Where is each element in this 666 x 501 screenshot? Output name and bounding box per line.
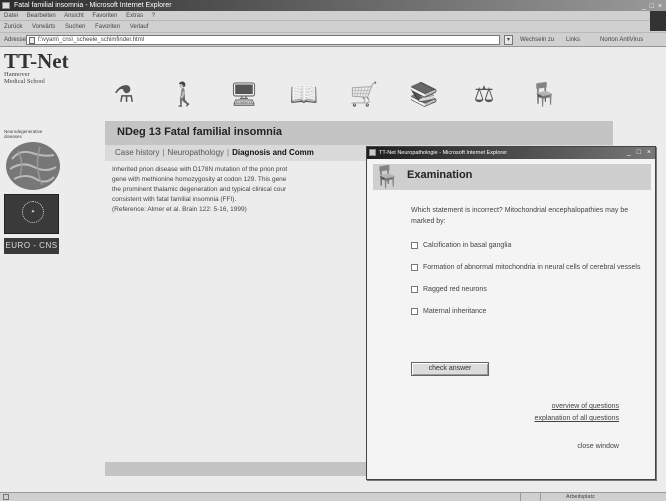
examination-icon[interactable]: 🪑 — [526, 77, 562, 111]
eu-flag-logo: ✦ — [4, 194, 59, 234]
cart-icon[interactable]: 🛒 — [346, 77, 382, 111]
brain-image — [6, 142, 60, 190]
address-value: f:\vyam\_cns\_scheele_schimfinder.html — [38, 37, 145, 43]
history-button[interactable]: Verlauf — [130, 24, 149, 30]
explanation-questions-link[interactable]: explanation of all questions — [535, 415, 619, 422]
ie-icon — [369, 149, 376, 156]
eu-stars-icon: ✦ — [22, 201, 44, 223]
window-controls[interactable]: _ □ × — [642, 1, 663, 11]
menu-ansicht[interactable]: Ansicht — [64, 13, 84, 19]
address-dropdown-icon[interactable]: ▾ — [504, 35, 513, 45]
zone-indicator: Arbeitsplatz — [566, 494, 595, 500]
back-button[interactable]: Zurück — [4, 24, 22, 30]
tab-case-history[interactable]: Case history — [115, 148, 159, 157]
option-label: Formation of abnormal mitochondria in ne… — [423, 264, 641, 271]
status-bar: Arbeitsplatz — [0, 492, 666, 501]
euro-cns-badge: EURO - CNS — [4, 238, 59, 254]
page-icon — [29, 37, 35, 44]
book-icon[interactable]: 📖 — [286, 77, 322, 111]
question-text: Which statement is incorrect? Mitochondr… — [411, 207, 629, 225]
menu-bar: Datei Bearbeiten Ansicht Favoriten Extra… — [0, 11, 666, 21]
menu-help[interactable]: ? — [152, 13, 155, 19]
option-checkbox[interactable] — [411, 308, 418, 315]
popup-title-bar: TT-Net Neuropathologie - Microsoft Inter… — [367, 147, 655, 159]
forward-button[interactable]: Vorwärts — [32, 24, 55, 30]
body-line: (Reference: Almer et al. Brain 122: 5-16… — [112, 206, 247, 213]
check-answer-button[interactable]: check answer — [411, 362, 489, 376]
option-checkbox[interactable] — [411, 242, 418, 249]
option-checkbox[interactable] — [411, 286, 418, 293]
popup-window-title: TT-Net Neuropathologie - Microsoft Inter… — [379, 150, 508, 156]
browser-title: Fatal familial insomnia - Microsoft Inte… — [14, 2, 172, 9]
browser-title-bar: Fatal familial insomnia - Microsoft Inte… — [0, 0, 666, 11]
flowchart-icon[interactable]: ⚖ — [466, 77, 502, 111]
links-button[interactable]: Links — [566, 33, 580, 47]
case-title-bar: NDeg 13 Fatal familial insomnia — [105, 121, 613, 145]
tab-neuropathology[interactable]: Neuropathology — [168, 148, 224, 157]
toolbar: Zurück Vorwärts Suchen Favoriten Verlauf — [0, 21, 666, 33]
tt-net-logo: TT-Net Hannover Medical School — [4, 49, 96, 86]
menu-datei[interactable]: Datei — [4, 13, 18, 19]
status-divider — [520, 493, 521, 501]
person-icon[interactable]: 🚶 — [166, 77, 202, 111]
popup-window-controls[interactable]: _ □ × — [627, 147, 653, 159]
book-stack-icon[interactable]: 📚 — [406, 77, 442, 111]
logo-title: TT-Net — [4, 49, 69, 73]
go-button[interactable]: Wechseln zu — [520, 33, 554, 47]
option-calcification[interactable]: Calcification in basal ganglia — [411, 241, 641, 251]
close-window-link[interactable]: close window — [577, 443, 619, 450]
page-title: NDeg 13 Fatal familial insomnia — [117, 126, 283, 138]
microscope-icon[interactable]: ⚗ — [106, 77, 142, 111]
option-maternal-inheritance[interactable]: Maternal inheritance — [411, 307, 641, 317]
address-input[interactable]: f:\vyam\_cns\_scheele_schimfinder.html — [26, 35, 500, 45]
overview-questions-link[interactable]: overview of questions — [552, 403, 619, 410]
body-line: consistent with fatal familial insomnia … — [112, 196, 237, 203]
body-line: gene with methionine homozygosity at cod… — [112, 176, 287, 183]
menu-extras[interactable]: Extras — [126, 13, 143, 19]
status-divider — [540, 493, 541, 501]
monitor-icon[interactable]: 🖥 — [226, 77, 262, 111]
address-label: Adresse — [4, 37, 27, 43]
search-button[interactable]: Suchen — [65, 24, 85, 30]
option-label: Ragged red neurons — [423, 286, 487, 293]
examination-popup: TT-Net Neuropathologie - Microsoft Inter… — [366, 146, 656, 480]
section-caption: Neurodegenerative diseases — [4, 129, 43, 139]
diagnosis-text: Inherited prion disease with D178N mutat… — [112, 165, 372, 215]
logo-line-2: Medical School — [4, 78, 45, 85]
body-line: Inherited prion disease with D178N mutat… — [112, 166, 288, 173]
ie-icon — [2, 2, 10, 9]
answer-options: Calcification in basal ganglia Formation… — [411, 241, 641, 329]
status-page-icon — [3, 494, 9, 500]
favorites-button[interactable]: Favoriten — [95, 24, 120, 30]
norton-button[interactable]: Norton AntiVirus — [600, 33, 643, 47]
nav-icon-bar: ⚗ 🚶 🖥 📖 🛒 📚 ⚖ 🪑 — [106, 77, 626, 113]
option-ragged-red-neurons[interactable]: Ragged red neurons — [411, 285, 641, 295]
menu-favoriten[interactable]: Favoriten — [92, 13, 117, 19]
tab-diagnosis[interactable]: Diagnosis and Comm — [232, 148, 314, 157]
option-abnormal-mitochondria[interactable]: Formation of abnormal mitochondria in ne… — [411, 263, 641, 273]
option-checkbox[interactable] — [411, 264, 418, 271]
body-line: the prominent thalamic degeneration and … — [112, 186, 287, 193]
examination-heading: Examination — [407, 169, 473, 181]
option-label: Calcification in basal ganglia — [423, 242, 512, 249]
option-label: Maternal inheritance — [423, 308, 487, 315]
examination-figure-icon: 🪑 — [373, 164, 401, 189]
address-bar: Adresse f:\vyam\_cns\_scheele_schimfinde… — [0, 33, 666, 47]
menu-bearbeiten[interactable]: Bearbeiten — [27, 13, 56, 19]
